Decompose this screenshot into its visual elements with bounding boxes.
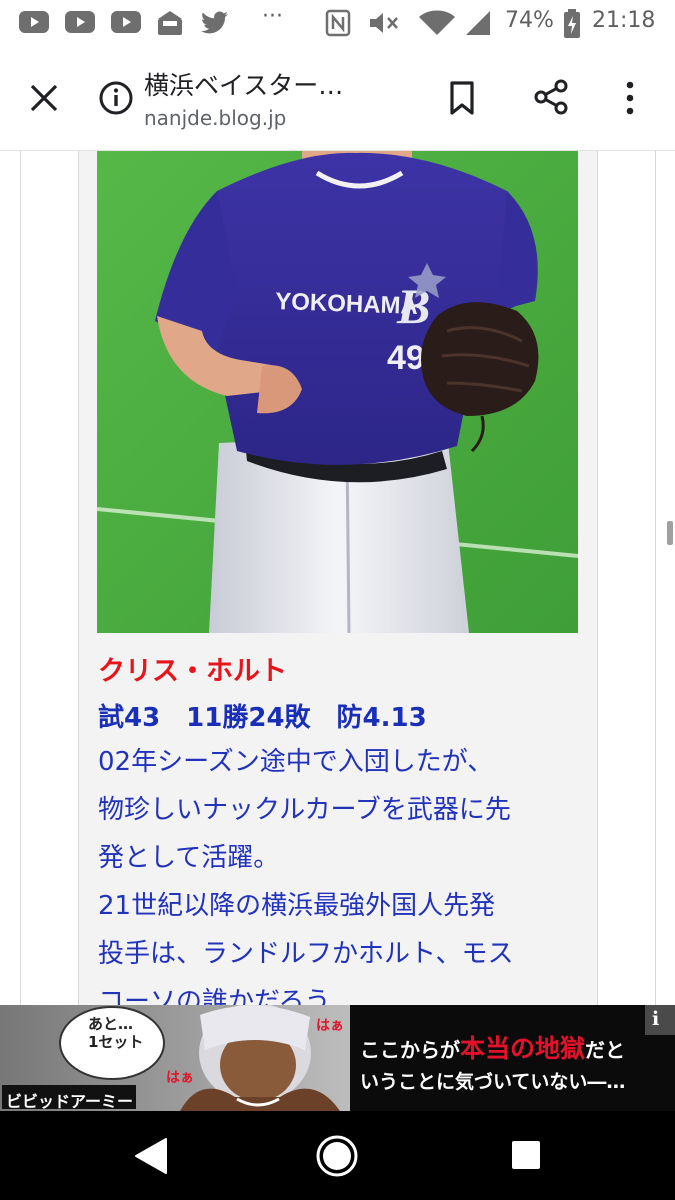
signal-icon <box>466 11 490 35</box>
nfc-icon <box>325 9 351 37</box>
ad-info-icon[interactable]: i <box>652 1008 659 1030</box>
youtube-icon <box>19 11 49 33</box>
more-options-icon[interactable] <box>622 80 638 116</box>
description-line: 発として活躍。 <box>98 843 280 873</box>
status-bar: ··· 74% 21:18 <box>0 0 675 46</box>
ad-headline: ここからが本当の地獄だと <box>360 1029 625 1065</box>
home-icon[interactable] <box>315 1134 359 1178</box>
overflow-indicator: ··· <box>262 4 283 29</box>
jersey-number: 49 <box>387 339 425 377</box>
ad-speech-bubble-text: あと… 1セット <box>88 1015 144 1051</box>
system-navigation-bar <box>0 1111 675 1200</box>
player-name: クリス・ホルト <box>98 656 287 687</box>
ad-subline: いうことに気づいていない―… <box>360 1071 626 1093</box>
close-icon[interactable] <box>28 82 60 114</box>
back-icon[interactable] <box>133 1137 169 1175</box>
site-info-icon[interactable] <box>98 80 134 116</box>
battery-charging-icon <box>564 9 580 38</box>
page-content[interactable]: YOKOHAMA B 49 クリス・ホルト 試43 11勝24敗 防4.13 0… <box>0 151 675 1005</box>
ad-headline-prefix: ここからが <box>360 1038 460 1062</box>
clock: 21:18 <box>592 8 656 33</box>
ad-banner[interactable]: あと… 1セット はぁ はぁ ビビッドアーミー ここからが本当の地獄だと いうこ… <box>0 1005 675 1111</box>
battery-percent: 74% <box>505 8 554 33</box>
page-url: nanjde.blog.jp <box>144 106 287 130</box>
mute-icon <box>370 13 398 33</box>
ad-brand: ビビッドアーミー <box>6 1092 134 1111</box>
au-mail-icon <box>158 11 182 35</box>
ad-gasp-bottom: はぁ <box>166 1070 194 1086</box>
ad-headline-suffix: だと <box>585 1038 626 1062</box>
twitter-icon <box>201 11 228 34</box>
description-line: 21世紀以降の横浜最強外国人先発 <box>98 891 496 921</box>
wifi-icon <box>419 10 455 35</box>
youtube-icon <box>65 11 95 33</box>
ad-headline-emphasis: 本当の地獄 <box>460 1034 586 1063</box>
youtube-icon <box>111 11 141 33</box>
description-line: 02年シーズン途中で入団したが、 <box>98 747 494 777</box>
page-border-left <box>20 151 21 1005</box>
custom-tab-toolbar: 横浜ベイスター… nanjde.blog.jp <box>0 46 675 151</box>
ad-gasp-top: はぁ <box>316 1018 344 1034</box>
recents-icon[interactable] <box>510 1139 542 1171</box>
share-icon[interactable] <box>532 78 570 116</box>
page-title: 横浜ベイスター… <box>144 71 344 100</box>
description-line: 投手は、ランドルフかホルト、モス <box>98 939 514 969</box>
scrollbar-thumb[interactable] <box>667 521 673 545</box>
description-line: 物珍しいナックルカーブを武器に先 <box>98 795 511 825</box>
player-photo: YOKOHAMA B 49 <box>97 151 578 633</box>
description-line: コーソの誰かだろう <box>98 987 331 1005</box>
player-stats: 試43 11勝24敗 防4.13 <box>98 703 427 733</box>
page-border-right <box>655 151 656 1005</box>
bookmark-icon[interactable] <box>447 80 477 116</box>
